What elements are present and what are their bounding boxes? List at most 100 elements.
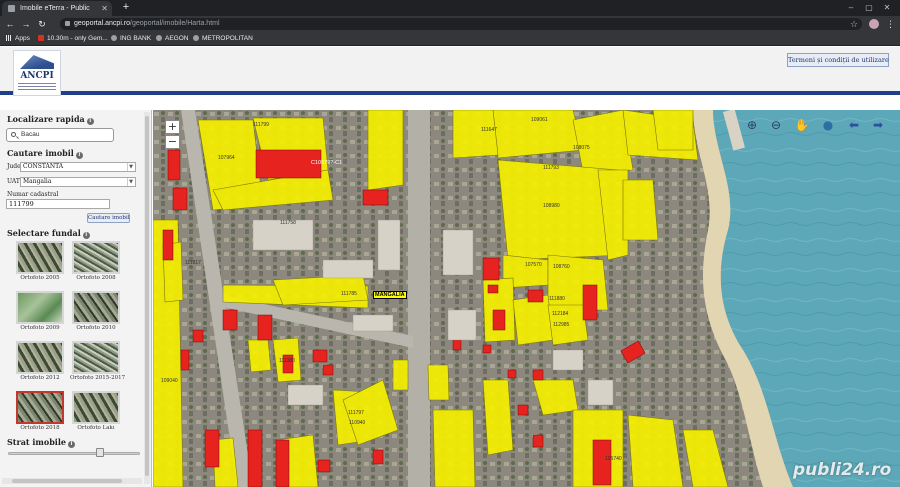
background-thumb-laki[interactable] <box>72 391 120 424</box>
new-tab-button[interactable]: + <box>120 0 132 16</box>
info-icon[interactable]: i <box>67 441 75 448</box>
building <box>275 439 290 487</box>
building <box>172 187 188 211</box>
background-thumb-2009[interactable] <box>16 291 64 324</box>
profile-avatar[interactable] <box>869 19 879 29</box>
parcel <box>452 110 499 159</box>
block <box>587 379 614 406</box>
background-caption: Ortofoto Lakı <box>77 425 115 431</box>
cautare-title: Cautare imobil i <box>7 148 83 159</box>
parcel-label: 111817 <box>185 260 201 266</box>
back-icon[interactable]: ← <box>4 18 16 30</box>
block <box>322 259 374 279</box>
selected-parcel-label: C10579?-C1 <box>311 160 343 166</box>
bookmark-item[interactable]: AEGON <box>156 32 188 46</box>
background-caption: Ortofoto 2012 <box>20 375 60 381</box>
zoom-in-button[interactable]: + <box>165 120 180 134</box>
judet-value: CONSTANTA <box>23 163 64 170</box>
forward-arrow-icon[interactable]: ➡ <box>869 116 887 134</box>
minimize-icon[interactable]: – <box>844 0 858 16</box>
map-view[interactable]: + − ⊕ ⊖ ✋ ● ⬅ ➡ C10579?-C1 MANGALIA 1117… <box>153 110 900 487</box>
road-main <box>408 110 430 487</box>
forward-icon[interactable]: → <box>20 18 32 30</box>
url-host: geoportal.ancpi.ro <box>74 20 131 27</box>
tab-close-icon[interactable]: ✕ <box>101 1 108 16</box>
uat-label: UAT <box>7 178 20 185</box>
info-icon[interactable]: i <box>75 152 83 159</box>
sidebar-scroll-thumb[interactable] <box>145 116 149 476</box>
background-thumb-2012[interactable] <box>16 341 64 374</box>
browser-tab[interactable]: Imobile eTerra - Public ✕ <box>2 1 112 16</box>
parcel-label: 110940 <box>349 420 366 426</box>
building <box>487 284 499 294</box>
info-icon[interactable]: i <box>82 232 90 239</box>
background-caption: Ortofoto 2015-2017 <box>70 375 126 381</box>
search-value: Bacau <box>21 131 40 138</box>
building <box>222 309 238 331</box>
parcel-label: 112985 <box>553 322 570 328</box>
parcel-label: 111785 <box>341 291 357 297</box>
opacity-slider-thumb[interactable] <box>96 448 104 457</box>
cautare-imobil-button[interactable]: Cautare imobil <box>87 213 130 223</box>
reload-icon[interactable]: ↻ <box>36 18 48 30</box>
hscroll-thumb[interactable] <box>12 479 122 483</box>
bookmark-item[interactable]: METROPOLITAN <box>193 32 253 46</box>
info-icon[interactable]: i <box>86 118 94 125</box>
section-label: Selectare fundal <box>7 228 81 238</box>
background-thumb-2005[interactable] <box>16 241 64 274</box>
bookmark-item[interactable]: 10.30m - only Gem... <box>38 32 108 46</box>
parcel <box>392 359 409 391</box>
opacity-slider-track[interactable] <box>8 452 140 455</box>
maximize-icon[interactable]: ▢ <box>862 0 876 16</box>
chevron-down-icon: ▼ <box>127 178 134 186</box>
parcel <box>432 409 476 487</box>
zoom-out-button[interactable]: − <box>165 135 180 149</box>
parcel-label: 111797 <box>348 410 364 416</box>
background-thumb-2010[interactable] <box>72 291 120 324</box>
building <box>322 364 334 376</box>
parcel-label: 111380 <box>279 358 295 364</box>
zoom-out-tool-icon[interactable]: ⊖ <box>767 116 785 134</box>
bookmark-star-icon[interactable]: ☆ <box>850 18 858 30</box>
building <box>507 369 517 379</box>
bookmark-favicon-icon <box>38 35 44 41</box>
apps-icon <box>6 35 12 41</box>
map-canvas[interactable] <box>153 110 900 487</box>
background-thumb-2018[interactable] <box>16 391 64 424</box>
sidebar: Localizare rapida i Bacau Cautare imobil i… <box>0 110 152 487</box>
background-thumb-2008[interactable] <box>72 241 120 274</box>
parcel-label: 105740 <box>605 456 622 462</box>
judet-select[interactable]: CONSTANTA ▼ <box>20 162 136 172</box>
building <box>532 434 544 448</box>
uat-select[interactable]: Mangalia ▼ <box>20 177 136 187</box>
street-label: MANGALIA <box>373 291 407 299</box>
parcel-label: 107964 <box>218 155 235 161</box>
background-thumb-2015-2017[interactable] <box>72 341 120 374</box>
quick-search-input[interactable]: Bacau <box>6 128 114 142</box>
logo-text: ANCPI <box>20 71 54 81</box>
back-arrow-icon[interactable]: ⬅ <box>845 116 863 134</box>
section-label: Cautare imobil <box>7 148 74 158</box>
terms-button[interactable]: Termeni și condiții de utilizare <box>787 53 889 67</box>
fundal-title: Selectare fundal i <box>7 228 90 239</box>
bookmark-apps[interactable]: Apps <box>6 32 30 46</box>
globe-icon[interactable]: ● <box>819 116 837 134</box>
parcel-label: 108980 <box>543 203 560 209</box>
zoom-in-tool-icon[interactable]: ⊕ <box>743 116 761 134</box>
search-icon <box>11 132 16 137</box>
parcel-label: 108760 <box>553 264 570 270</box>
parcel-label: 111647 <box>481 127 497 133</box>
block <box>552 349 584 371</box>
numar-cadastral-input[interactable]: 111799 <box>6 199 110 209</box>
sidebar-hscrollbar[interactable] <box>2 478 142 484</box>
address-bar[interactable]: geoportal.ancpi.ro/geoportal/imobile/Har… <box>60 18 862 30</box>
menu-icon[interactable]: ⋮ <box>886 18 895 30</box>
bookmark-item[interactable]: ING BANK <box>111 32 151 46</box>
block <box>377 219 401 271</box>
building <box>372 449 384 465</box>
bookmark-label: ING BANK <box>120 35 152 42</box>
parcel <box>367 110 404 191</box>
background-caption: Ortofoto 2018 <box>20 425 60 431</box>
close-window-icon[interactable]: ✕ <box>880 0 894 16</box>
pan-hand-icon[interactable]: ✋ <box>793 116 811 134</box>
